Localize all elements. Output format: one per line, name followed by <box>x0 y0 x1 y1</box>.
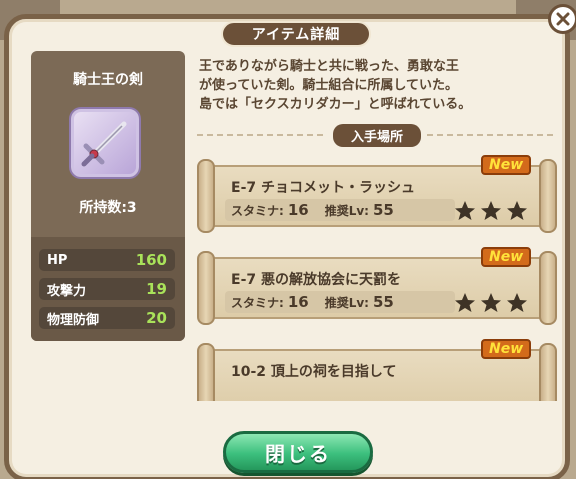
difficulty-stars <box>453 291 529 315</box>
scroll-roll-left <box>197 343 215 401</box>
close-icon <box>556 12 570 26</box>
star-icon <box>507 293 527 312</box>
acquisition-header-label: 入手場所 <box>332 123 421 147</box>
close-x-button[interactable] <box>548 4 576 34</box>
stats-panel: HP 160 攻撃力 19 物理防御 20 <box>31 237 185 341</box>
quest-meta: スタミナ: 16 推奨Lv: 55 <box>225 291 455 313</box>
quest-scroll-2[interactable]: New E-7 悪の解放協会に天罰を スタミナ: 16 推奨Lv: 55 <box>195 245 559 327</box>
acquisition-header: 入手場所 <box>197 123 557 147</box>
quest-name: 10-2 頂上の祠を目指して <box>231 364 397 380</box>
sword-icon <box>81 121 127 167</box>
quest-meta: スタミナ: 16 推奨Lv: 55 <box>225 199 455 221</box>
scroll-roll-right <box>539 159 557 233</box>
stat-label: 物理防御 <box>47 312 100 328</box>
description-line: 島では「セクスカリダカー」と呼ばれている。 <box>199 97 472 112</box>
level-value: 55 <box>372 201 394 219</box>
description-line: 王でありながら騎士と共に戦った、勇敢な王 <box>199 59 459 74</box>
header-divider-left <box>197 134 327 136</box>
star-icon <box>481 201 501 220</box>
stat-label: HP <box>47 252 68 268</box>
stat-row-hp: HP 160 <box>39 249 175 271</box>
difficulty-stars <box>453 199 529 223</box>
item-name: 騎士王の剣 <box>73 72 143 88</box>
close-button[interactable]: 閉じる <box>223 431 373 473</box>
stat-value: 160 <box>135 251 167 269</box>
quest-scroll-1[interactable]: New E-7 チョコメット・ラッシュ スタミナ: 16 推奨Lv: 55 <box>195 153 559 235</box>
star-icon <box>455 293 475 312</box>
stat-row-attack: 攻撃力 19 <box>39 278 175 300</box>
dialog-title: アイテム詳細 <box>221 21 371 47</box>
scroll-roll-left <box>197 159 215 233</box>
new-badge: New <box>481 247 532 267</box>
stamina-value: 16 <box>287 201 309 219</box>
item-detail-dialog: アイテム詳細 騎士王の剣 所持数:3 HP 160 攻撃力 19 物理防御 20… <box>4 14 570 479</box>
item-icon-frame <box>71 109 139 177</box>
level-label: 推奨Lv: <box>324 295 369 310</box>
acquisition-list[interactable]: New E-7 チョコメット・ラッシュ スタミナ: 16 推奨Lv: 55 Ne… <box>195 153 563 401</box>
header-divider-right <box>427 134 557 136</box>
item-info-panel: 騎士王の剣 所持数:3 HP 160 攻撃力 19 物理防御 20 <box>31 51 185 341</box>
stat-label: 攻撃力 <box>47 283 87 299</box>
star-icon <box>481 293 501 312</box>
scroll-roll-left <box>197 251 215 325</box>
quest-scroll-3[interactable]: New 10-2 頂上の祠を目指して <box>195 337 559 401</box>
stamina-label: スタミナ: <box>231 295 284 310</box>
description-line: が使っていた剣。騎士組合に所属していた。 <box>199 78 458 93</box>
scroll-roll-right <box>539 251 557 325</box>
star-icon <box>455 201 475 220</box>
stamina-label: スタミナ: <box>231 203 284 218</box>
new-badge: New <box>481 339 532 359</box>
stat-value: 19 <box>146 280 167 298</box>
item-description: 王でありながら騎士と共に戦った、勇敢な王 が使っていた剣。騎士組合に所属していた… <box>199 57 559 114</box>
stamina-value: 16 <box>287 293 309 311</box>
quest-name: E-7 チョコメット・ラッシュ <box>231 180 415 196</box>
star-icon <box>507 201 527 220</box>
stat-row-defense: 物理防御 20 <box>39 307 175 329</box>
stat-value: 20 <box>146 309 167 327</box>
level-value: 55 <box>372 293 394 311</box>
level-label: 推奨Lv: <box>324 203 369 218</box>
new-badge: New <box>481 155 532 175</box>
owned-count: 所持数:3 <box>79 200 137 216</box>
scroll-roll-right <box>539 343 557 401</box>
quest-name: E-7 悪の解放協会に天罰を <box>231 272 401 288</box>
